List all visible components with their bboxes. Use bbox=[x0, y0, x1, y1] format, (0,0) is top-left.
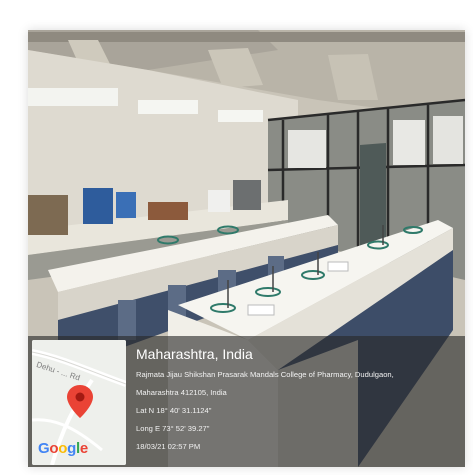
timestamp-text: 18/03/21 02:57 PM bbox=[136, 442, 201, 451]
google-logo-letter: g bbox=[67, 440, 76, 457]
google-logo: Google bbox=[38, 440, 88, 457]
lab-photo: Dehu - ... Rd Google Maharashtra, India … bbox=[28, 30, 465, 467]
photo-frame: Dehu - ... Rd Google Maharashtra, India … bbox=[0, 0, 473, 475]
longitude-text: Long E 73° 52' 39.27" bbox=[136, 424, 210, 433]
latitude-text: Lat N 18° 40' 31.1124" bbox=[136, 406, 212, 415]
google-logo-letter: o bbox=[49, 440, 59, 457]
address-line-2: Maharashtra 412105, India bbox=[136, 388, 227, 397]
place-title: Maharashtra, India bbox=[136, 346, 253, 362]
geotag-overlay: Dehu - ... Rd Google Maharashtra, India … bbox=[28, 336, 465, 467]
map-thumbnail[interactable]: Dehu - ... Rd Google bbox=[32, 340, 126, 465]
address-line-1: Rajmata Jijau Shikshan Prasarak Mandals … bbox=[136, 370, 394, 379]
google-logo-letter: e bbox=[79, 440, 88, 457]
google-logo-letter: G bbox=[38, 440, 50, 457]
google-logo-letter: o bbox=[58, 440, 68, 457]
